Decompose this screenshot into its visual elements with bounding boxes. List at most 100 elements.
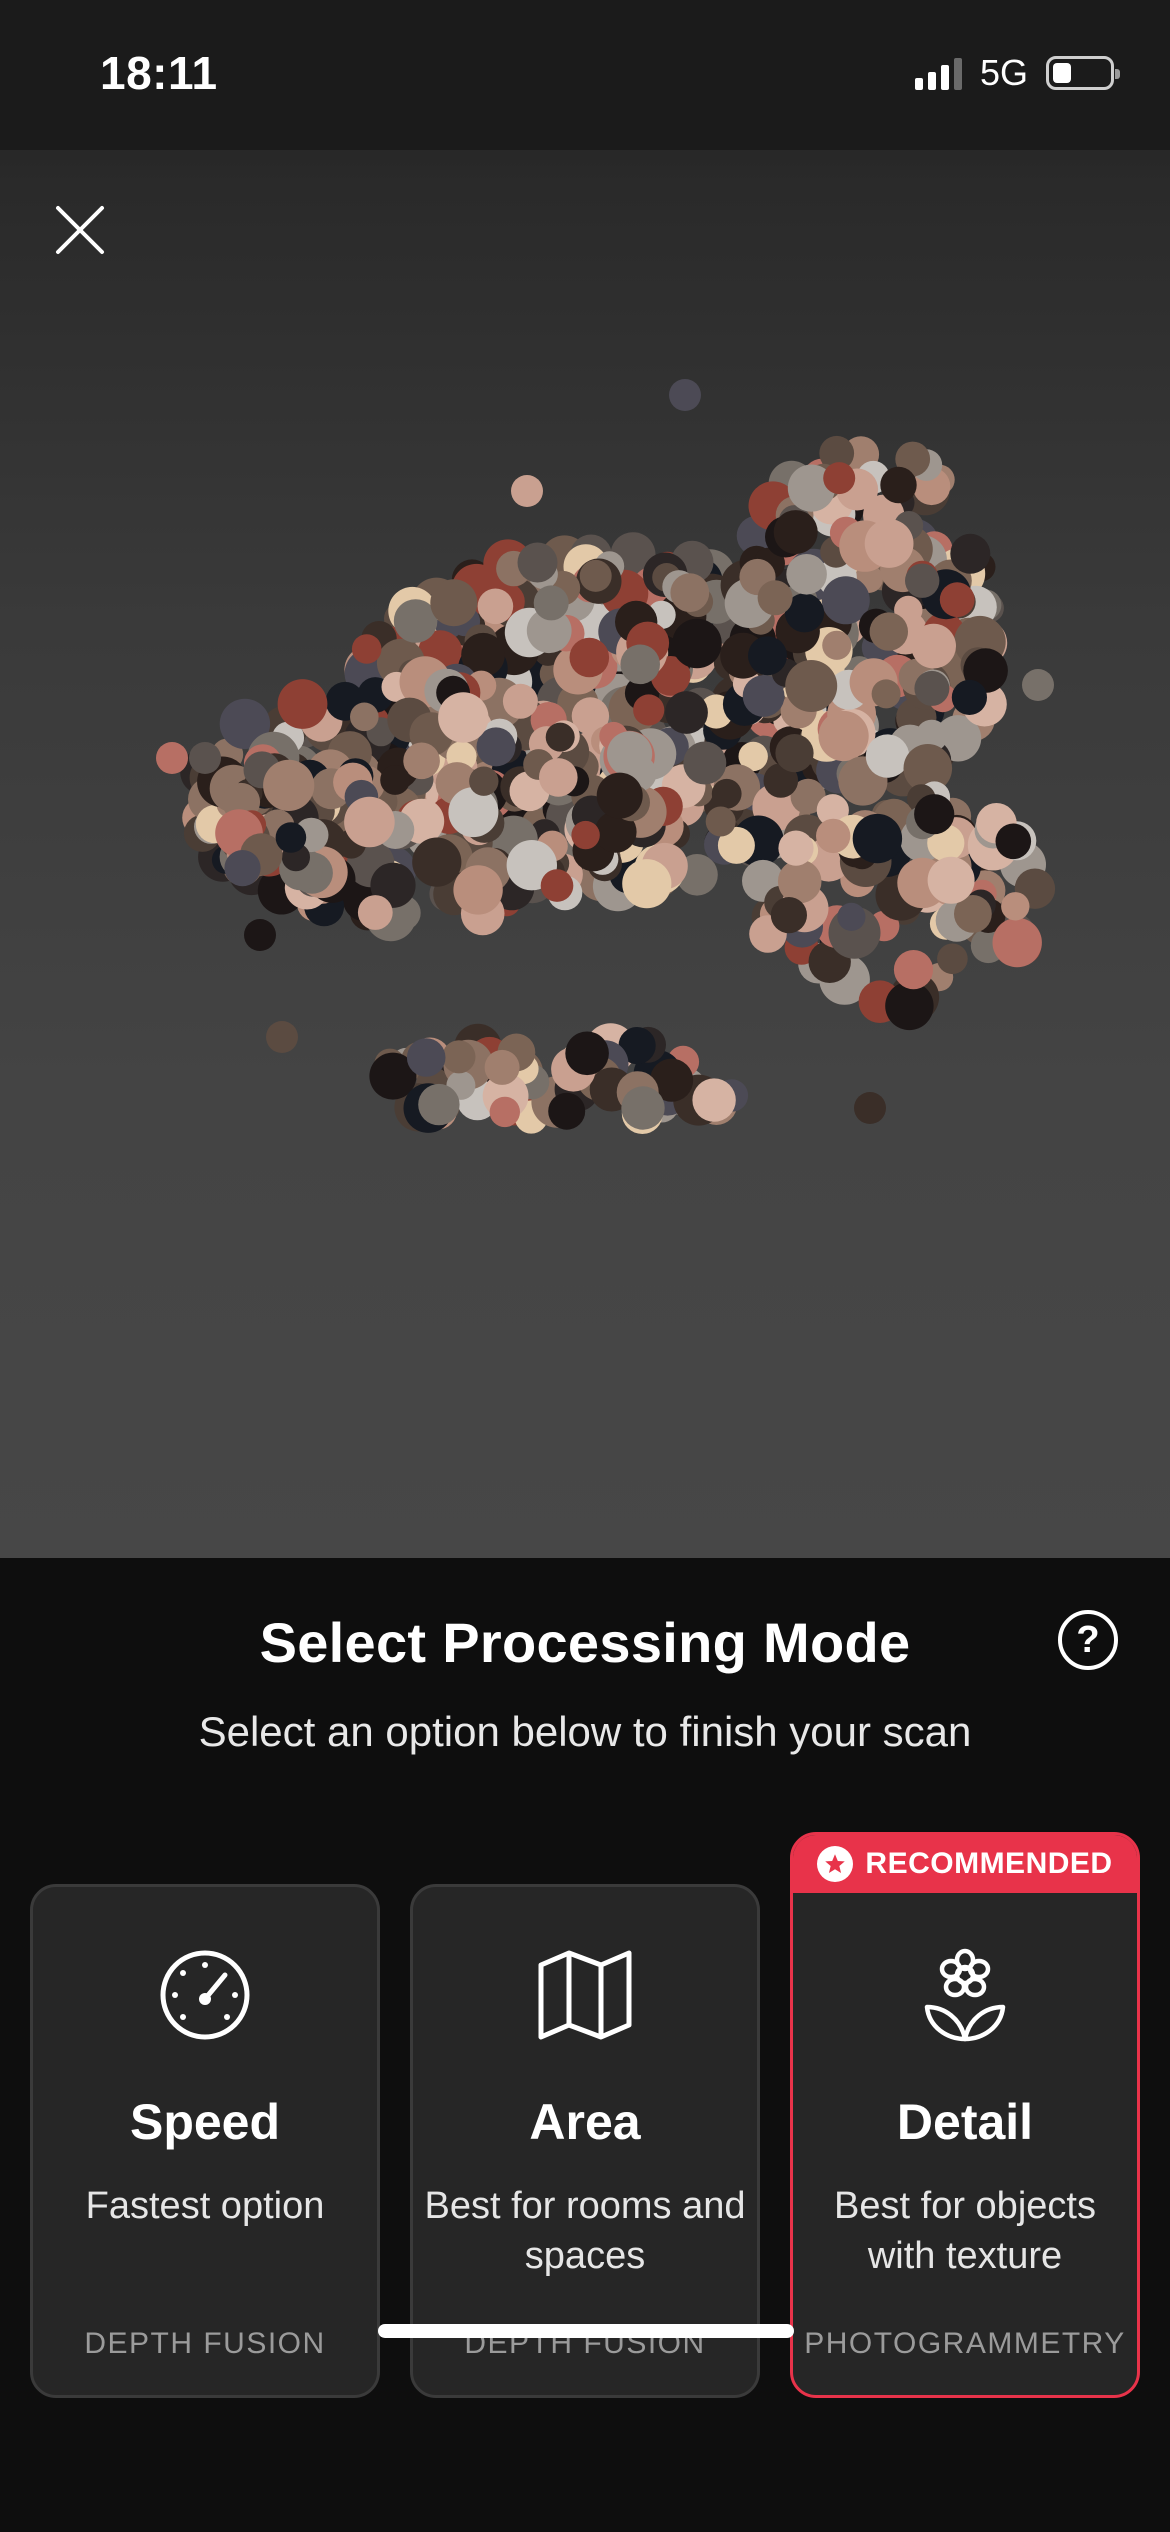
point-dot	[189, 742, 221, 774]
point-dot	[672, 618, 722, 669]
point-dot	[244, 919, 276, 951]
point-dot	[692, 1078, 736, 1122]
option-card-speed[interactable]: Speed Fastest option DEPTH FUSION	[30, 1884, 380, 2398]
point-dot	[995, 823, 1032, 860]
battery-icon	[1046, 56, 1120, 90]
point-dot	[579, 559, 612, 592]
point-dot	[893, 950, 934, 990]
point-dot	[533, 585, 569, 621]
point-dot	[816, 818, 851, 854]
point-dot	[778, 830, 814, 866]
option-card-detail[interactable]: RECOMMENDED Detail Best for objects with…	[790, 1832, 1140, 2398]
point-dot	[757, 580, 793, 616]
point-dot	[937, 943, 968, 975]
point-dot	[442, 1040, 476, 1074]
point-dot	[569, 637, 610, 678]
point-dot	[633, 694, 665, 726]
point-dot	[665, 691, 708, 734]
point-dot	[453, 865, 503, 915]
point-dot	[770, 897, 808, 934]
point-dot	[905, 563, 940, 598]
network-label: 5G	[979, 52, 1028, 93]
point-dot	[477, 588, 514, 625]
point-dot	[380, 765, 410, 795]
point-dot	[412, 837, 462, 887]
point-dot	[545, 722, 575, 752]
point-dot	[927, 856, 975, 904]
point-dot	[1022, 669, 1054, 701]
point-dot	[1001, 892, 1030, 921]
point-dot	[540, 869, 574, 902]
point-dot	[596, 772, 643, 819]
recommended-label: RECOMMENDED	[865, 1847, 1113, 1880]
point-dot	[430, 579, 478, 627]
point-dot	[571, 820, 600, 850]
point-dot	[914, 794, 955, 835]
point-dot	[992, 917, 1042, 968]
point-dot	[539, 758, 578, 797]
point-dot	[620, 644, 660, 685]
point-dot	[275, 822, 307, 853]
point-dot	[489, 1096, 520, 1128]
point-dot	[565, 1031, 609, 1076]
option-title: Area	[529, 2094, 641, 2150]
point-dot	[277, 679, 328, 729]
point-dot	[403, 742, 440, 780]
point-dot	[705, 806, 736, 837]
point-dot	[263, 759, 315, 812]
point-dot	[469, 766, 499, 796]
sheet-title: Select Processing Mode	[259, 1611, 911, 1674]
point-dot	[511, 475, 543, 507]
point-dot	[406, 1038, 446, 1077]
point-dot	[438, 692, 489, 743]
point-dot	[224, 850, 261, 887]
point-dot	[939, 582, 975, 618]
point-dot	[156, 742, 188, 774]
point-dot	[818, 710, 869, 762]
speedometer-icon	[160, 1950, 250, 2040]
point-dot	[871, 679, 901, 709]
recommended-badge: RECOMMENDED	[793, 1835, 1137, 1893]
point-dot	[880, 466, 917, 504]
point-dot	[777, 859, 822, 904]
point-dot	[350, 702, 379, 732]
processing-mode-sheet: Select Processing Mode ? Select an optio…	[0, 1558, 1170, 2532]
point-dot	[950, 533, 991, 574]
point-dot	[837, 902, 866, 932]
point-dot	[670, 573, 710, 613]
point-dot	[517, 542, 558, 583]
status-indicators: 5G	[914, 52, 1120, 94]
option-description: Best for rooms and spaces	[424, 2185, 746, 2277]
point-dot	[823, 462, 856, 495]
option-title: Detail	[896, 2094, 1034, 2150]
status-bar: 18:11 5G	[0, 0, 1170, 150]
point-dot	[266, 1021, 298, 1053]
point-dot	[786, 554, 827, 595]
point-dot	[951, 679, 988, 716]
point-dot	[344, 796, 395, 848]
point-dot	[621, 1086, 665, 1130]
point-dot	[854, 1092, 886, 1124]
map-icon	[538, 1950, 632, 2040]
point-cloud-render[interactable]	[0, 150, 1170, 1558]
point-dot	[822, 630, 852, 660]
status-time: 18:11	[100, 47, 218, 99]
help-button[interactable]: ?	[1058, 1610, 1118, 1670]
home-indicator[interactable]	[378, 2324, 794, 2338]
scan-preview[interactable]: 18:11 5G	[0, 0, 1170, 1558]
option-card-area[interactable]: Area Best for rooms and spaces DEPTH FUS…	[410, 1884, 760, 2398]
sheet-subtitle: Select an option below to finish your sc…	[198, 1708, 972, 1755]
signal-icon	[914, 56, 962, 90]
point-dot	[852, 813, 903, 864]
point-dot	[351, 634, 382, 664]
help-icon: ?	[1076, 1618, 1100, 1661]
flower-icon	[924, 1948, 1006, 2042]
option-description: Fastest option	[85, 2185, 325, 2227]
point-dot	[914, 670, 950, 706]
point-dot	[548, 1092, 586, 1130]
point-dot	[865, 734, 910, 778]
point-dot	[864, 519, 914, 568]
point-dot	[683, 741, 727, 785]
point-dot	[622, 859, 672, 909]
point-dot	[448, 787, 499, 838]
